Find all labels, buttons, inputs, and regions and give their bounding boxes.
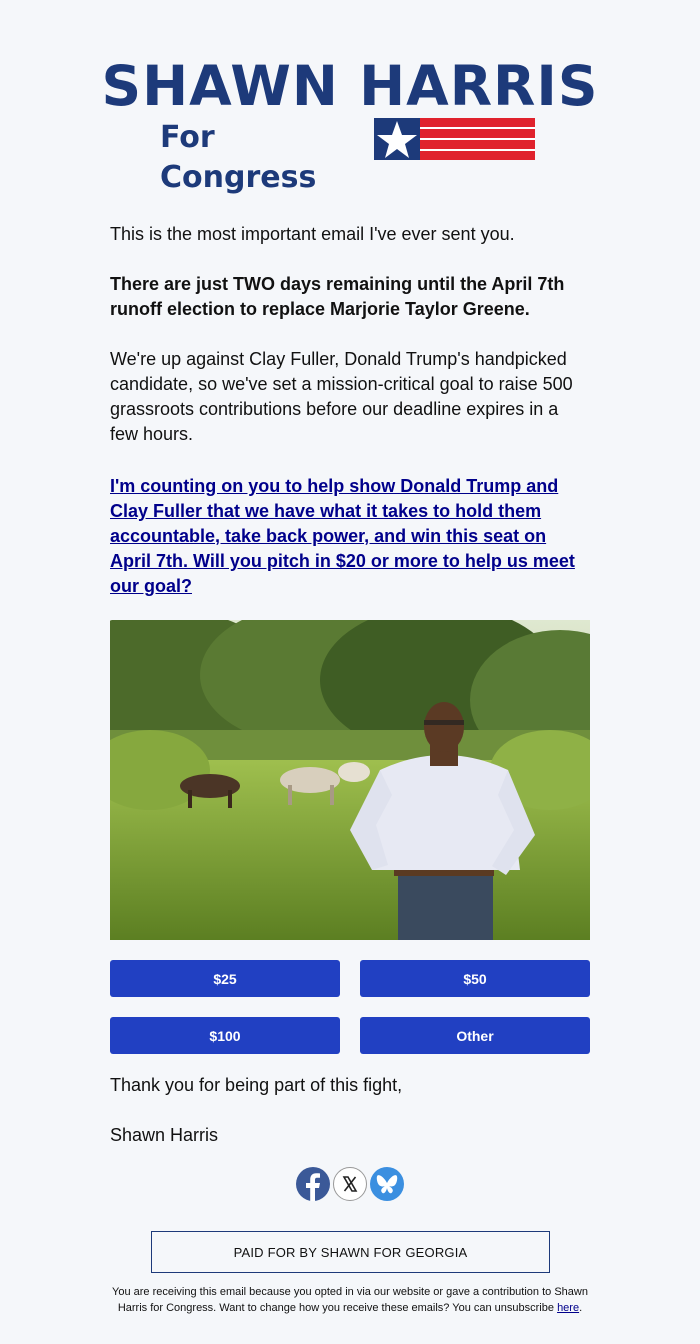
unsubscribe-link[interactable]: here [557,1302,579,1314]
candidate-photo-graphic [110,620,590,940]
bluesky-icon[interactable] [370,1167,404,1201]
logo-name: SHAWN HARRIS [101,54,599,118]
donate-link-paragraph: I'm counting on you to help show Donald … [110,474,590,599]
facebook-icon[interactable] [296,1167,330,1201]
campaign-logo: SHAWN HARRIS For Congress [0,54,700,195]
candidate-photo [110,620,590,940]
donate-100-button[interactable]: $100 [110,1017,340,1054]
donate-other-button[interactable]: Other [360,1017,590,1054]
footer-period: . [579,1302,583,1314]
footer-text: You are receiving this email because you… [100,1284,600,1316]
bold-headline: There are just TWO days remaining until … [110,274,565,319]
donate-link[interactable]: I'm counting on you to help show Donald … [110,476,575,596]
donate-25-button[interactable]: $25 [110,960,340,997]
signature: Shawn Harris [110,1125,219,1145]
flag-star-icon [374,118,535,160]
logo-subtitle: For Congress [160,120,317,195]
x-icon[interactable] [333,1167,367,1201]
footer-message: You are receiving this email because you… [112,1286,588,1314]
social-links [296,1167,404,1203]
intro-text: This is the most important email I've ev… [110,224,515,244]
body-paragraph: We're up against Clay Fuller, Donald Tru… [110,349,573,444]
closing-thanks: Thank you for being part of this fight, [110,1075,403,1095]
donate-50-button[interactable]: $50 [360,960,590,997]
paid-for-disclaimer: PAID FOR BY SHAWN FOR GEORGIA [151,1231,550,1273]
